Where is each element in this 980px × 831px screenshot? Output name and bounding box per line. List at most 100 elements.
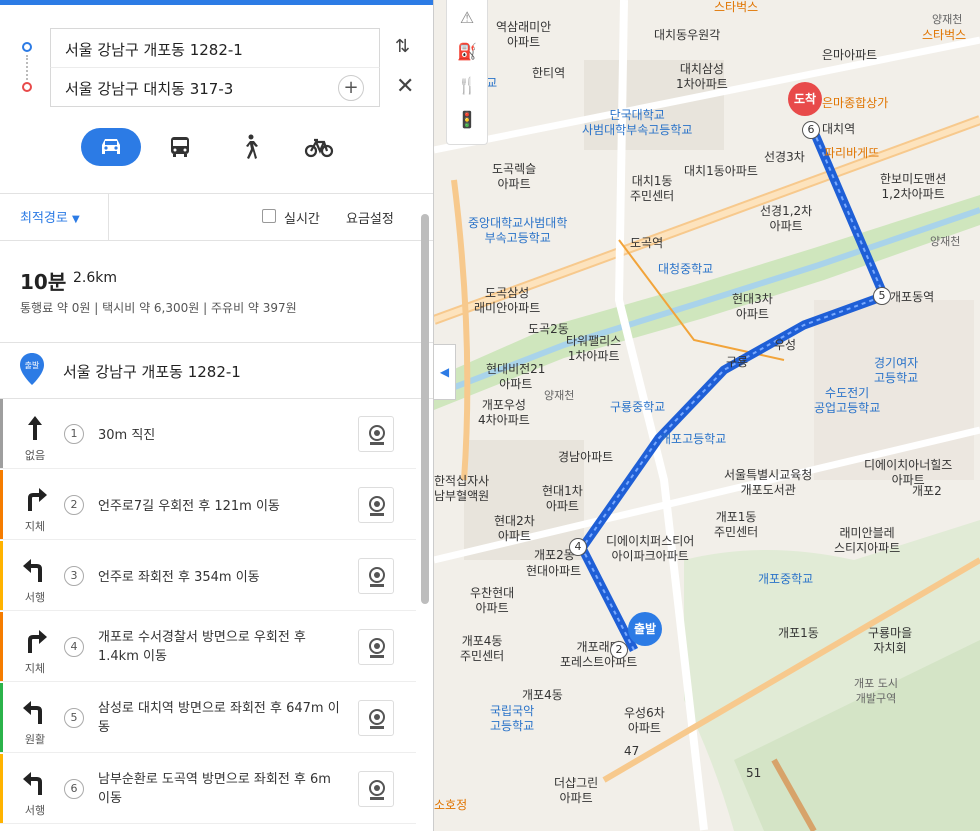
map-label[interactable]: 개포2 [912, 484, 942, 499]
map-label[interactable]: 현대2차 아파트 [494, 514, 535, 544]
cctv-view-button[interactable] [358, 487, 394, 523]
map-label[interactable]: 스타벅스 [922, 28, 966, 43]
mode-bike-button[interactable] [289, 128, 349, 166]
map-label[interactable]: 개포중학교 [758, 572, 813, 587]
step-item[interactable]: 없음 1 30m 직진 [0, 399, 416, 469]
map-label[interactable]: 도곡렉슬 아파트 [492, 162, 536, 192]
map-label[interactable]: 47 [624, 744, 639, 759]
start-pin[interactable]: 출발 [628, 612, 662, 646]
map-label[interactable]: 경남아파트 [558, 450, 613, 465]
scrollbar[interactable] [421, 214, 429, 604]
swap-icon[interactable]: ⇅ [395, 36, 410, 57]
map-label[interactable]: 은마아파트 [822, 48, 877, 63]
map-label[interactable]: 개포4동 [522, 688, 563, 703]
restaurant-icon[interactable]: 🍴 [447, 68, 487, 102]
map-label[interactable]: 대치1동아파트 [684, 164, 758, 179]
traffic-status: 서행 [24, 804, 46, 817]
add-waypoint-button[interactable]: + [338, 75, 364, 101]
map-label[interactable]: 소호정 [434, 798, 467, 813]
map-label[interactable]: 대치동우원각 [654, 28, 720, 43]
cctv-view-button[interactable] [358, 558, 394, 594]
map-label[interactable]: 양재천 [930, 234, 960, 249]
cctv-view-button[interactable] [358, 629, 394, 665]
map-label[interactable]: 서울특별시교육청 개포도서관 [724, 468, 812, 498]
end-address-input[interactable]: 서울 강남구 대치동 317-3 [50, 67, 380, 107]
map-label[interactable]: 더샵그린 아파트 [554, 776, 598, 806]
map-label[interactable]: 대치삼성 1차아파트 [676, 62, 728, 92]
map-label[interactable]: 국립국악 고등학교 [490, 704, 534, 734]
map-label[interactable]: 스타벅스 [714, 0, 758, 15]
route-waypoint[interactable]: 5 [873, 287, 891, 305]
map-label[interactable]: 대치역 [822, 122, 855, 137]
map-label[interactable]: 경기여자 고등학교 [874, 356, 918, 386]
map-label[interactable]: 래미안블레 스티지아파트 [834, 526, 900, 556]
destination-pin[interactable]: 도착 [788, 82, 822, 116]
map-label[interactable]: 우성 [774, 338, 796, 353]
map-label[interactable]: 선경3차 [764, 150, 805, 165]
map-label[interactable]: 개포고등학교 [660, 432, 726, 447]
mode-bus-button[interactable] [150, 128, 210, 166]
mode-car-button[interactable] [81, 128, 141, 166]
traffic-bar [0, 470, 3, 539]
map-label[interactable]: 현대1차 아파트 [542, 484, 583, 514]
map-label[interactable]: 개포우성 4차아파트 [478, 398, 530, 428]
map-label[interactable]: 한적십자사 남부혈액원 [434, 474, 489, 504]
map-label[interactable]: 디에이치퍼스티어 아이파크아파트 [606, 534, 694, 564]
cctv-view-button[interactable] [358, 700, 394, 736]
map-label[interactable]: 타워팰리스 1차아파트 [566, 334, 621, 364]
map-label[interactable]: 양재천 [932, 12, 962, 27]
directions-panel: 서울 강남구 개포동 1282-1 서울 강남구 대치동 317-3 + ⇅ ✕ [0, 0, 434, 831]
map-label[interactable]: 한보미도맨션 1,2차아파트 [880, 172, 946, 202]
map-label[interactable]: 현대3차 아파트 [732, 292, 773, 322]
map-label[interactable]: 파리바게뜨 [824, 146, 879, 161]
map-label[interactable]: 수도전기 공업고등학교 [814, 386, 880, 416]
cctv-view-button[interactable] [358, 771, 394, 807]
start-address-input[interactable]: 서울 강남구 개포동 1282-1 [50, 28, 380, 68]
map-label[interactable]: 우찬현대 아파트 [470, 586, 514, 616]
fare-settings-button[interactable]: 요금설정 [346, 208, 394, 227]
warning-icon[interactable]: ⚠ [447, 0, 487, 34]
map-label[interactable]: 은마종합상가 [822, 96, 888, 111]
mode-walk-button[interactable] [220, 128, 280, 166]
map-label[interactable]: 현대비전21 아파트 [486, 362, 545, 392]
map-label[interactable]: 도곡삼성 래미안아파트 [474, 286, 540, 316]
map-label[interactable]: 우성6차 아파트 [624, 706, 665, 736]
map-label[interactable]: 역삼래미안 아파트 [496, 20, 551, 50]
map-label[interactable]: 도곡역 [630, 236, 663, 251]
map-label[interactable]: 구룡 [726, 355, 748, 370]
map-label[interactable]: 51 [746, 766, 761, 781]
map-label[interactable]: 개포1동 [778, 626, 819, 641]
map-label[interactable]: 대청중학교 [658, 262, 713, 277]
step-item[interactable]: 서행 6 남부순환로 도곡역 방면으로 좌회전 후 6m 이동 [0, 754, 416, 824]
map-label[interactable]: 단국대학교 사범대학부속고등학교 [582, 108, 692, 138]
map-label[interactable]: 구룡중학교 [610, 400, 665, 415]
step-item[interactable]: 지체 2 언주로7길 우회전 후 121m 이동 [0, 470, 416, 540]
map-label[interactable]: 개포4동 주민센터 [460, 634, 504, 664]
route-waypoint[interactable]: 2 [610, 641, 628, 659]
map-label[interactable]: 대치1동 주민센터 [630, 174, 674, 204]
realtime-checkbox[interactable] [262, 209, 276, 223]
map-label[interactable]: 개포1동 주민센터 [714, 510, 758, 540]
step-item[interactable]: 원활 5 삼성로 대치역 방면으로 좌회전 후 647m 이동 [0, 683, 416, 753]
close-icon[interactable]: ✕ [396, 74, 414, 99]
step-item[interactable]: 지체 4 개포로 수서경찰서 방면으로 우회전 후 1.4km 이동 [0, 612, 416, 682]
route-type-dropdown[interactable]: 최적경로 ▼ [20, 207, 80, 226]
cctv-view-button[interactable] [358, 416, 394, 452]
map-label[interactable]: 개포 도시 개발구역 [854, 676, 898, 706]
map-label[interactable]: 선경1,2차 아파트 [760, 204, 812, 234]
map-label[interactable]: 개포동역 [890, 290, 934, 305]
realtime-label[interactable]: 실시간 [284, 208, 320, 227]
route-waypoint[interactable]: 4 [569, 538, 587, 556]
gas-station-icon[interactable]: ⛽ [447, 34, 487, 68]
map-label[interactable]: 한티역 [532, 66, 565, 81]
map-label[interactable]: 현대아파트 [526, 564, 581, 579]
map-label[interactable]: 구룡마을 자치회 [868, 626, 912, 656]
map-view[interactable]: 역삼래미안 아파트 대치동우원각 스타벅스 스타벅스 한티역 대치삼성 1차아파트 은마아파… [434, 0, 980, 831]
map-label[interactable]: 도곡2동 [528, 322, 569, 337]
traffic-light-icon[interactable]: 🚦 [447, 102, 487, 136]
route-waypoint[interactable]: 6 [802, 121, 820, 139]
map-label[interactable]: 양재천 [544, 388, 574, 403]
collapse-panel-button[interactable]: ◀ [434, 344, 456, 400]
map-label[interactable]: 중앙대학교사범대학 부속고등학교 [468, 216, 567, 246]
step-item[interactable]: 서행 3 언주로 좌회전 후 354m 이동 [0, 541, 416, 611]
